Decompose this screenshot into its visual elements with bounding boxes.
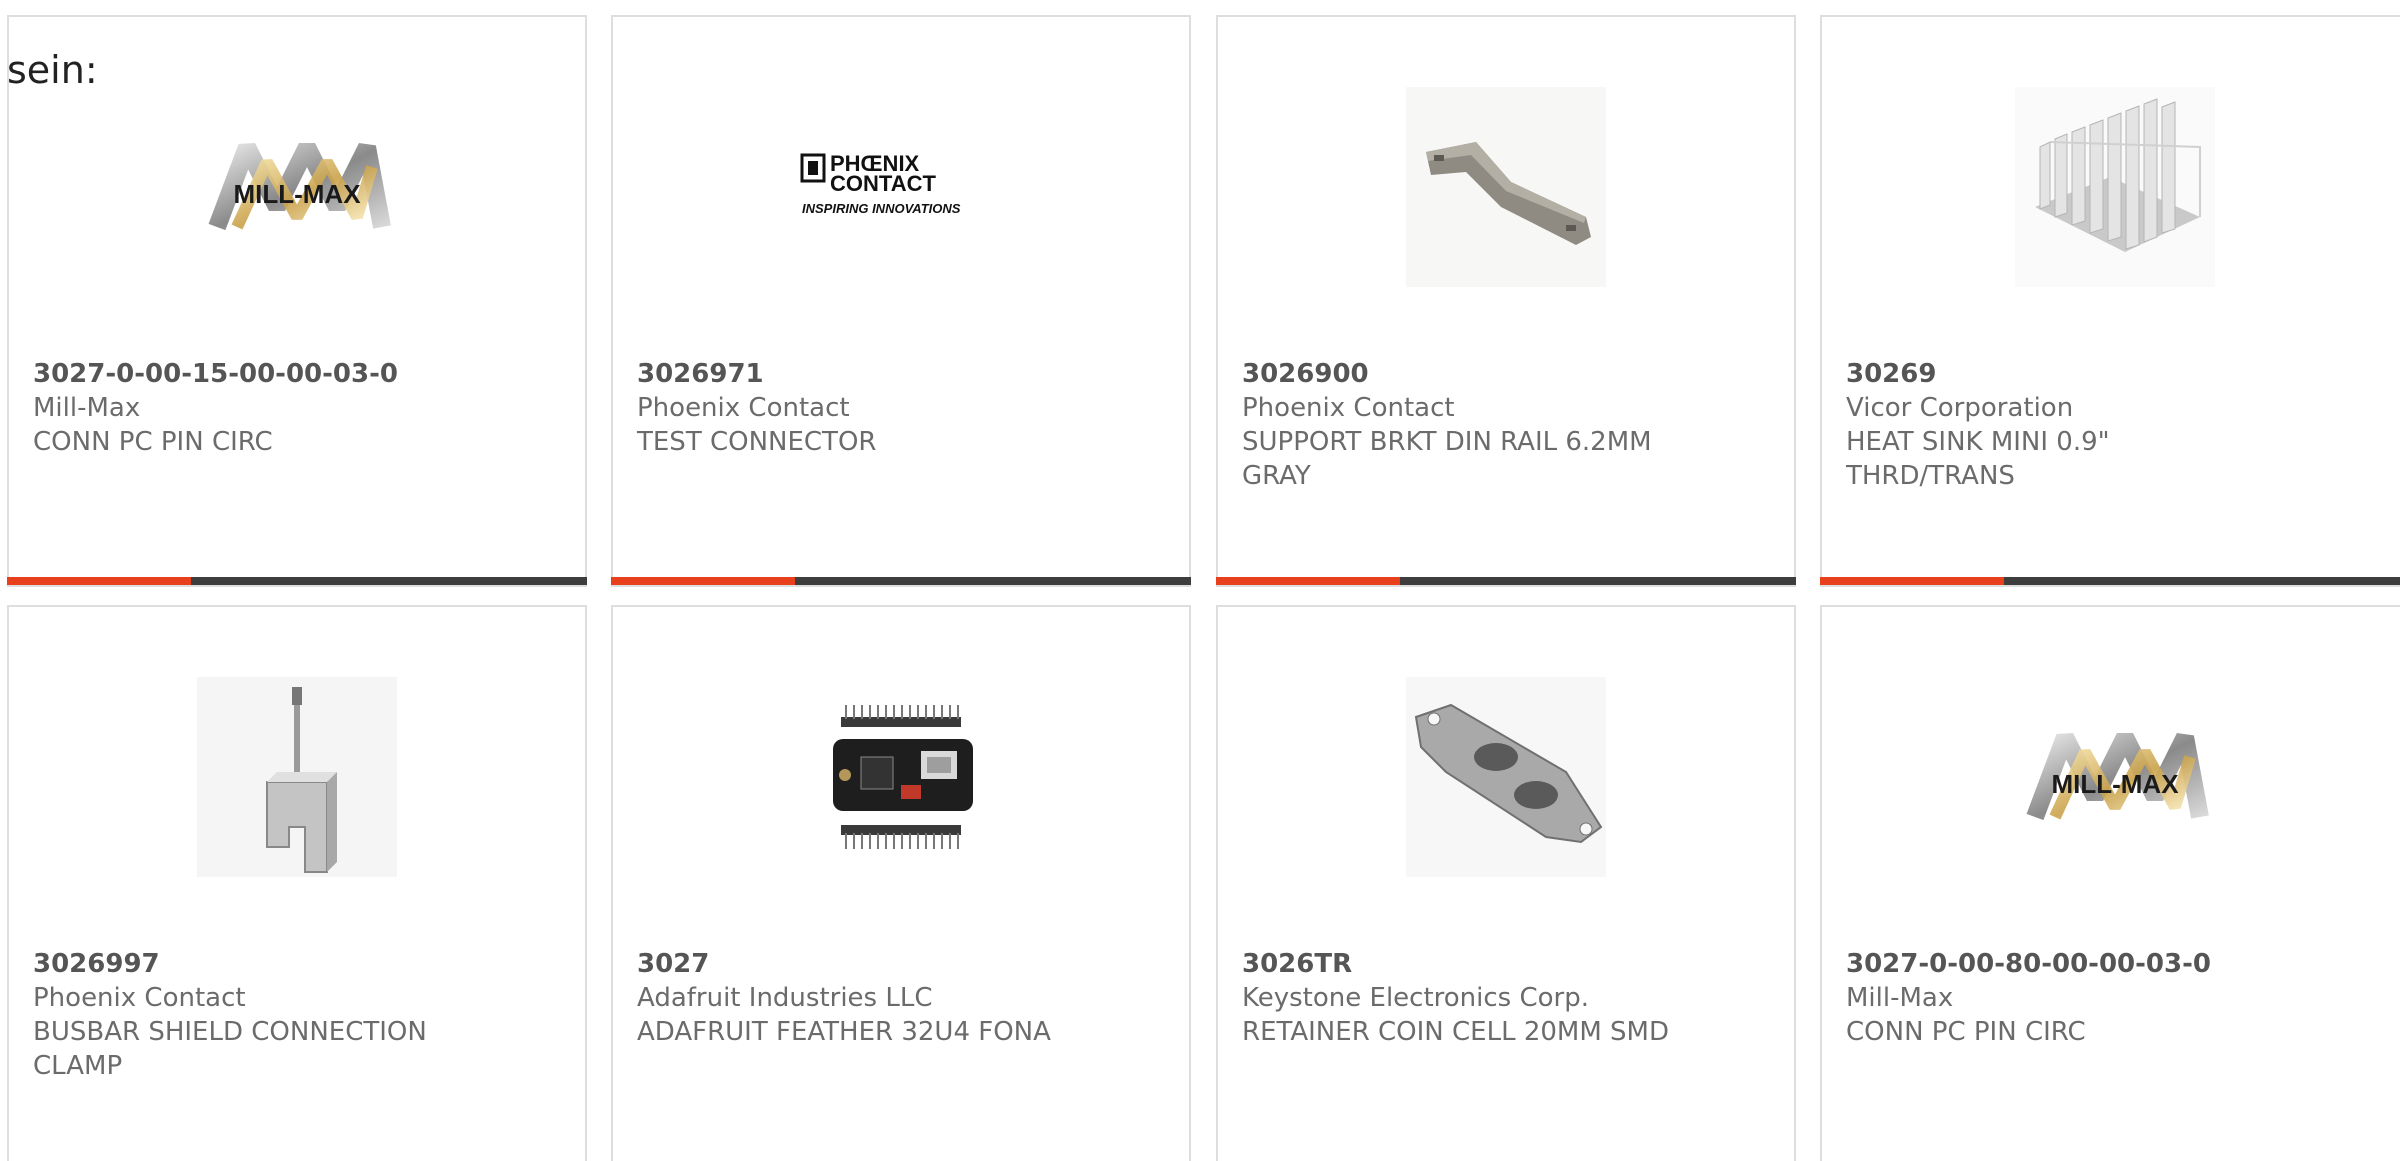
- product-card[interactable]: MILL-MAX 3027-0-00-15-00-00-03-0 Mill-Ma…: [7, 15, 587, 587]
- product-card[interactable]: 3026900 Phoenix Contact SUPPORT BRKT DIN…: [1216, 15, 1796, 587]
- product-info: 3026971 Phoenix Contact TEST CONNECTOR: [637, 357, 1165, 459]
- manufacturer: Vicor Corporation: [1846, 393, 2074, 423]
- product-image[interactable]: [1822, 87, 2400, 287]
- product-info: 3026TR Keystone Electronics Corp. RETAIN…: [1242, 947, 1770, 1049]
- product-image[interactable]: [1218, 677, 1794, 877]
- card-accent-bar: [611, 577, 1191, 585]
- part-number[interactable]: 3026TR: [1242, 947, 1770, 981]
- product-card[interactable]: 3026TR Keystone Electronics Corp. RETAIN…: [1216, 605, 1796, 1161]
- product-image[interactable]: [613, 677, 1189, 877]
- manufacturer: Keystone Electronics Corp.: [1242, 983, 1590, 1013]
- manufacturer: Mill-Max: [33, 393, 141, 423]
- manufacturer: Phoenix Contact: [637, 393, 850, 423]
- part-number[interactable]: 3027-0-00-15-00-00-03-0: [33, 357, 561, 391]
- coin-cell-retainer-icon: [1406, 677, 1606, 877]
- manufacturer: Phoenix Contact: [1242, 393, 1455, 423]
- svg-text:MILL-MAX: MILL-MAX: [233, 179, 361, 209]
- product-info: 3026900 Phoenix Contact SUPPORT BRKT DIN…: [1242, 357, 1770, 493]
- description: SUPPORT BRKT DIN RAIL 6.2MM GRAY: [1242, 427, 1652, 491]
- manufacturer: Phoenix Contact: [33, 983, 246, 1013]
- description: ADAFRUIT FEATHER 32U4 FONA: [637, 1017, 1051, 1047]
- part-number[interactable]: 3027: [637, 947, 1165, 981]
- product-card[interactable]: PHŒNIX CONTACT INSPIRING INNOVATIONS 302…: [611, 15, 1191, 587]
- product-card[interactable]: 30269 Vicor Corporation HEAT SINK MINI 0…: [1820, 15, 2400, 587]
- product-image[interactable]: MILL-MAX: [9, 87, 585, 287]
- description: TEST CONNECTOR: [637, 427, 877, 457]
- svg-text:INSPIRING INNOVATIONS: INSPIRING INNOVATIONS: [802, 201, 961, 216]
- product-info: 3027 Adafruit Industries LLC ADAFRUIT FE…: [637, 947, 1165, 1049]
- feather-board-icon: [801, 677, 1001, 877]
- product-card[interactable]: MILL-MAX 3027-0-00-80-00-00-03-0 Mill-Ma…: [1820, 605, 2400, 1161]
- mill-max-logo-icon: MILL-MAX: [2026, 732, 2209, 821]
- product-info: 3027-0-00-80-00-00-03-0 Mill-Max CONN PC…: [1846, 947, 2384, 1049]
- manufacturer: Adafruit Industries LLC: [637, 983, 933, 1013]
- product-image[interactable]: [9, 677, 585, 877]
- lead-text: sein:: [7, 48, 98, 92]
- part-number[interactable]: 3026971: [637, 357, 1165, 391]
- product-info: 3027-0-00-15-00-00-03-0 Mill-Max CONN PC…: [33, 357, 561, 459]
- product-card[interactable]: 3026997 Phoenix Contact BUSBAR SHIELD CO…: [7, 605, 587, 1161]
- part-number[interactable]: 3027-0-00-80-00-00-03-0: [1846, 947, 2384, 981]
- product-card[interactable]: 3027 Adafruit Industries LLC ADAFRUIT FE…: [611, 605, 1191, 1161]
- manufacturer: Mill-Max: [1846, 983, 1954, 1013]
- product-info: 3026997 Phoenix Contact BUSBAR SHIELD CO…: [33, 947, 561, 1083]
- card-accent-bar: [7, 577, 587, 585]
- mill-max-logo-icon: MILL-MAX: [208, 142, 391, 231]
- part-number[interactable]: 30269: [1846, 357, 2384, 391]
- part-number[interactable]: 3026997: [33, 947, 561, 981]
- svg-text:CONTACT: CONTACT: [830, 171, 936, 196]
- busbar-clamp-icon: [197, 677, 397, 877]
- card-accent-bar: [1216, 577, 1796, 585]
- svg-text:MILL-MAX: MILL-MAX: [2051, 769, 2179, 799]
- description: HEAT SINK MINI 0.9" THRD/TRANS: [1846, 427, 2110, 491]
- description: RETAINER COIN CELL 20MM SMD: [1242, 1017, 1670, 1047]
- din-rail-bracket-icon: [1406, 87, 1606, 287]
- product-info: 30269 Vicor Corporation HEAT SINK MINI 0…: [1846, 357, 2384, 493]
- phoenix-contact-logo-icon: PHŒNIX CONTACT INSPIRING INNOVATIONS: [800, 151, 961, 216]
- card-accent-bar: [1820, 577, 2400, 585]
- description: CONN PC PIN CIRC: [1846, 1017, 2086, 1047]
- description: CONN PC PIN CIRC: [33, 427, 273, 457]
- description: BUSBAR SHIELD CONNECTION CLAMP: [33, 1017, 427, 1081]
- product-image[interactable]: [1218, 87, 1794, 287]
- product-image[interactable]: PHŒNIX CONTACT INSPIRING INNOVATIONS: [613, 87, 1189, 287]
- product-grid: sein: MILL-MAX 3027-0-00-15-00-00-03-0 M…: [0, 0, 2400, 1161]
- part-number[interactable]: 3026900: [1242, 357, 1770, 391]
- heat-sink-icon: [2015, 87, 2215, 287]
- product-image[interactable]: MILL-MAX: [1822, 677, 2400, 877]
